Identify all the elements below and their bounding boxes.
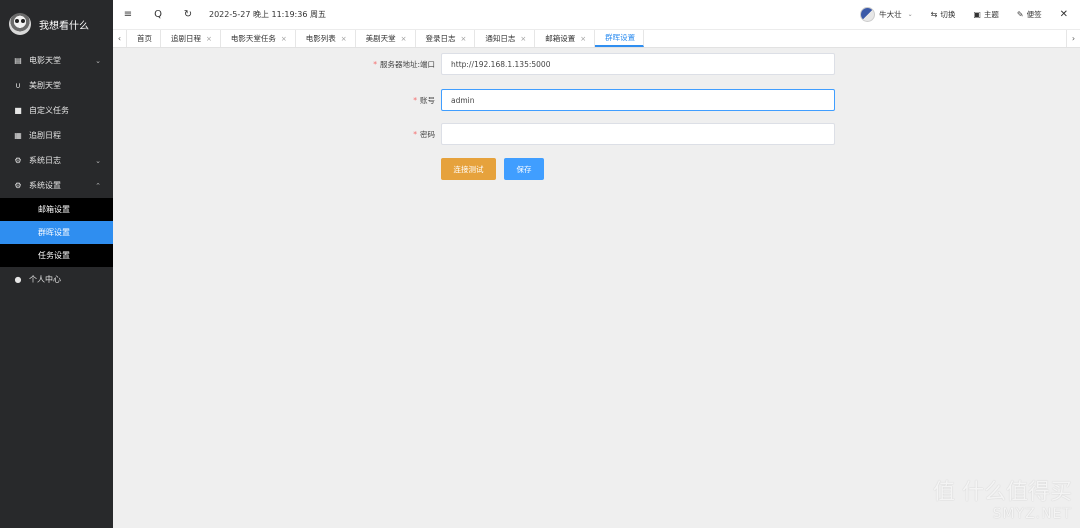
sidebar-item-movie-heaven[interactable]: ▤ 电影天堂 ⌄ — [0, 48, 113, 73]
server-row: * 服务器地址:端口 http://192.168.1.135:5000 — [113, 53, 1080, 75]
close-icon[interactable]: × — [461, 35, 467, 43]
test-connection-button[interactable]: 连接测试 — [441, 158, 496, 180]
sidebar-item-label: 自定义任务 — [29, 106, 69, 115]
sidebar-item-label: 美剧天堂 — [29, 81, 61, 90]
switch-icon: ⇆ — [930, 10, 938, 19]
note-button[interactable]: ✎ 便签 — [1017, 9, 1042, 20]
sidebar-item-schedule[interactable]: ▦ 追剧日程 — [0, 123, 113, 148]
tab-movie-heaven-task[interactable]: 电影天堂任务 × — [221, 30, 296, 47]
watermark-line1: 值 什么值得买 — [933, 480, 1072, 505]
sidebar-item-system-settings[interactable]: ⚙ 系统设置 ⌃ — [0, 173, 113, 198]
clipboard-icon: ■ — [14, 106, 22, 115]
close-icon[interactable]: × — [206, 35, 212, 43]
sidebar-item-label: 追剧日程 — [29, 131, 61, 140]
pen-icon: ✎ — [1016, 10, 1024, 19]
calendar-icon: ▦ — [14, 131, 22, 140]
watermark-line2: SMYZ.NET — [992, 506, 1072, 522]
sidebar-item-label: 系统设置 — [29, 181, 61, 190]
form-actions: 连接测试 保存 — [441, 158, 544, 180]
tab-label: 首页 — [137, 34, 152, 43]
password-row: * 密码 — [113, 123, 1080, 145]
user-name: 牛大壮 — [879, 10, 902, 19]
tab-us-drama[interactable]: 美剧天堂 × — [356, 30, 416, 47]
sidebar-item-label: 电影天堂 — [29, 56, 61, 65]
tab-home[interactable]: 首页 — [127, 30, 161, 47]
sidebar-subitem-mail-settings[interactable]: 邮箱设置 — [0, 198, 113, 221]
synology-settings-form: * 服务器地址:端口 http://192.168.1.135:5000 * 账号 … — [113, 48, 1080, 528]
tab-login-log[interactable]: 登录日志 × — [416, 30, 476, 47]
current-datetime: 2022-5-27 晚上 11:19:36 周五 — [209, 10, 326, 19]
settings-submenu: 邮箱设置 群晖设置 任务设置 — [0, 198, 113, 267]
sidebar-item-label: 个人中心 — [29, 275, 61, 284]
tab-label: 电影列表 — [305, 34, 336, 43]
tab-movie-list[interactable]: 电影列表 × — [296, 30, 356, 47]
password-label: * 密码 — [413, 129, 435, 139]
sidebar-item-label: 系统日志 — [29, 156, 61, 165]
account-label: * 账号 — [413, 95, 435, 105]
tab-label: 追剧日程 — [171, 34, 201, 43]
sidebar-item-custom-task[interactable]: ■ 自定义任务 — [0, 98, 113, 123]
tab-label: 通知日志 — [485, 34, 516, 43]
refresh-icon[interactable]: ↻ — [173, 0, 203, 30]
password-input[interactable] — [441, 123, 835, 145]
server-address-input[interactable]: http://192.168.1.135:5000 — [441, 53, 835, 75]
chevron-down-icon: ⌄ — [95, 56, 101, 65]
tab-label: 登录日志 — [425, 34, 456, 43]
menu-toggle-icon[interactable]: ≡ — [113, 0, 143, 30]
avatar — [860, 7, 876, 22]
tab-notify-log[interactable]: 通知日志 × — [475, 30, 536, 47]
chevron-down-icon: ⌄ — [907, 11, 913, 18]
close-icon[interactable]: × — [520, 35, 526, 43]
sidebar-item-system-log[interactable]: ⚙ 系统日志 ⌄ — [0, 148, 113, 173]
close-icon[interactable]: × — [341, 35, 347, 43]
chevron-right-icon[interactable]: › — [1066, 30, 1080, 47]
tab-label: 群晖设置 — [605, 33, 636, 42]
tab-label: 电影天堂任务 — [230, 34, 276, 43]
sidebar-subitem-task-settings[interactable]: 任务设置 — [0, 244, 113, 267]
user-icon: ● — [14, 275, 22, 284]
sidebar-item-us-drama[interactable]: ∪ 美剧天堂 — [0, 73, 113, 98]
theme-icon: ▣ — [973, 10, 981, 19]
tab-bar: ‹ 首页 追剧日程 × 电影天堂任务 × 电影列表 × 美剧天堂 × 登录日志 × 通知日… — [113, 30, 1080, 48]
tab-synology-settings[interactable]: 群晖设置 — [595, 30, 645, 47]
server-label: * 服务器地址:端口 — [373, 59, 435, 69]
chevron-up-icon: ⌃ — [95, 181, 101, 190]
app-logo[interactable]: 我想看什么 — [0, 0, 113, 48]
gear-icon: ⚙ — [14, 156, 22, 165]
app-title: 我想看什么 — [39, 20, 89, 32]
tab-mail-settings[interactable]: 邮箱设置 × — [535, 30, 596, 47]
magnet-icon: ∪ — [15, 81, 21, 90]
tab-label: 美剧天堂 — [365, 34, 396, 43]
theme-button[interactable]: ▣ 主题 — [973, 9, 999, 20]
chevron-left-icon[interactable]: ‹ — [113, 30, 127, 47]
top-header: ≡ Q ↻ 2022-5-27 晚上 11:19:36 周五 牛大壮 ⌄ ⇆ 切… — [113, 0, 1080, 30]
save-button[interactable]: 保存 — [504, 158, 544, 180]
watermark: 值 什么值得买 SMYZ.NET — [933, 474, 1072, 522]
note-label: 便签 — [1026, 10, 1042, 19]
film-icon: ▤ — [14, 56, 22, 65]
close-icon[interactable]: × — [401, 35, 407, 43]
switch-label: 切换 — [940, 10, 956, 19]
logo-avatar — [9, 13, 31, 35]
sidebar-subitem-synology-settings[interactable]: 群晖设置 — [0, 221, 113, 244]
account-row: * 账号 admin — [113, 89, 1080, 111]
gear-icon: ⚙ — [14, 181, 22, 190]
theme-label: 主题 — [983, 10, 999, 19]
close-icon[interactable]: × — [281, 35, 287, 43]
sidebar-item-profile[interactable]: ● 个人中心 — [0, 267, 113, 292]
search-icon[interactable]: Q — [143, 0, 173, 30]
user-menu[interactable]: 牛大壮 ⌄ — [860, 7, 913, 22]
switch-button[interactable]: ⇆ 切换 — [931, 9, 956, 20]
account-input[interactable]: admin — [441, 89, 835, 111]
sidebar: 我想看什么 ▤ 电影天堂 ⌄ ∪ 美剧天堂 ■ 自定义任务 ▦ 追剧日程 ⚙ 系… — [0, 0, 113, 528]
close-icon[interactable]: × — [580, 35, 586, 43]
close-icon[interactable]: ✕ — [1060, 9, 1068, 20]
tab-schedule[interactable]: 追剧日程 × — [161, 30, 221, 47]
chevron-down-icon: ⌄ — [95, 156, 101, 165]
tab-label: 邮箱设置 — [545, 34, 576, 43]
